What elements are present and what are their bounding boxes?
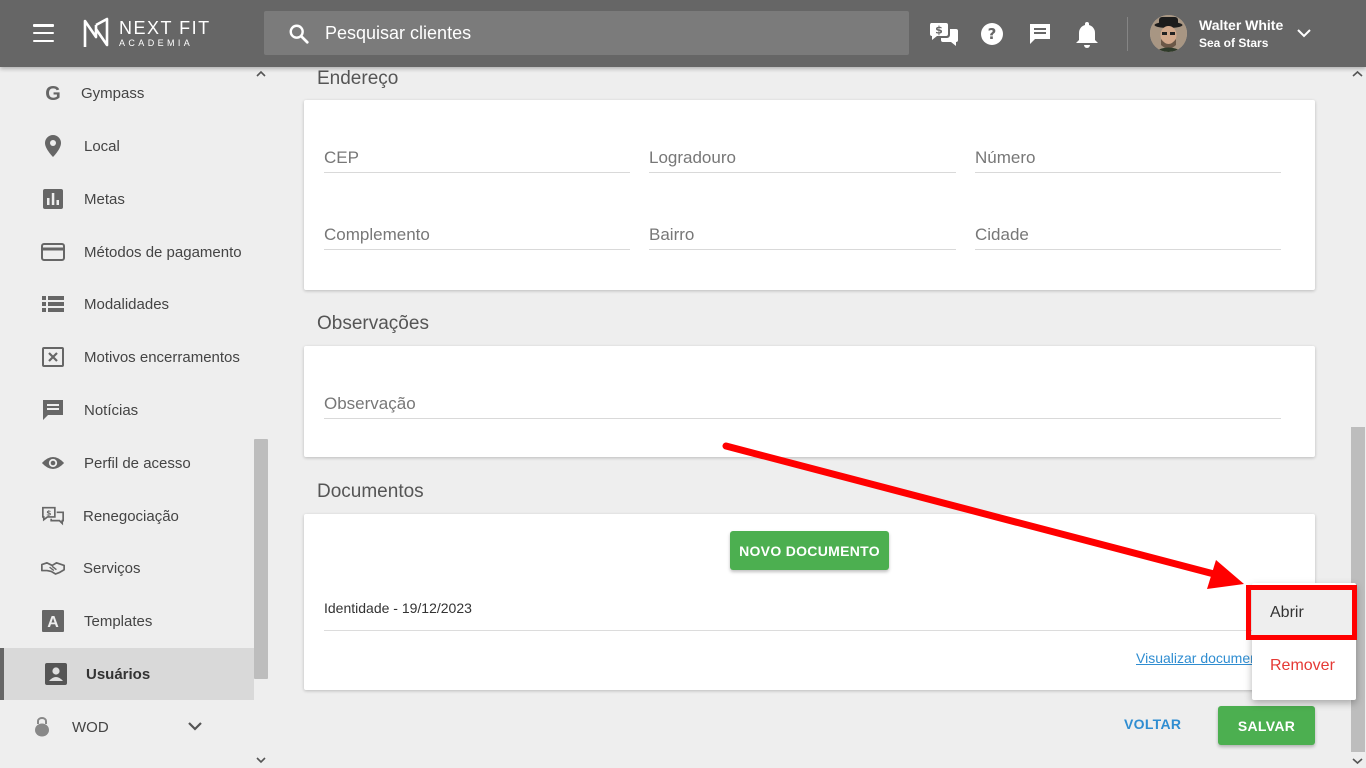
logo-title: NEXT FIT xyxy=(119,17,211,38)
sidebar-item-label: Templates xyxy=(84,612,153,630)
search-input[interactable] xyxy=(325,11,885,55)
sidebar-item-label: Local xyxy=(84,137,120,155)
divider xyxy=(324,630,1280,631)
avatar[interactable] xyxy=(1150,15,1187,52)
header-divider xyxy=(1127,17,1128,51)
notes-section-title: Observações xyxy=(317,313,429,334)
logo[interactable]: NEXT FIT ACADEMIA xyxy=(82,17,211,49)
sidebar-item-modalidades[interactable]: Modalidades xyxy=(0,278,254,330)
address-section-title: Endereço xyxy=(317,68,399,89)
scroll-down-icon[interactable] xyxy=(256,755,266,765)
sidebar-item-metas[interactable]: Metas xyxy=(0,173,254,225)
sidebar-item-label: Gympass xyxy=(81,84,145,102)
cep-field[interactable] xyxy=(324,133,630,173)
numero-input[interactable] xyxy=(975,148,1281,168)
sidebar-item-label: Serviços xyxy=(83,559,141,577)
template-icon: A xyxy=(41,609,65,633)
scroll-up-icon[interactable] xyxy=(256,69,266,79)
complemento-input[interactable] xyxy=(324,225,630,245)
user-subtitle: Sea of Stars xyxy=(1199,36,1269,50)
message-icon xyxy=(41,398,65,422)
open-menu-item[interactable]: Abrir xyxy=(1252,587,1356,639)
sidebar-item-closing-reasons[interactable]: Motivos encerramentos xyxy=(0,331,254,383)
sidebar-item-label: Métodos de pagamento xyxy=(84,243,242,261)
hamburger-menu-icon[interactable] xyxy=(33,24,54,42)
cidade-input[interactable] xyxy=(975,225,1281,245)
sidebar-item-templates[interactable]: A Templates xyxy=(0,595,254,647)
google-icon: G xyxy=(41,81,65,105)
sidebar-item-label: Motivos encerramentos xyxy=(84,348,240,366)
svg-text:?: ? xyxy=(988,25,997,43)
remove-menu-item[interactable]: Remover xyxy=(1252,640,1356,692)
chevron-down-icon[interactable] xyxy=(1296,25,1312,41)
documents-section-title: Documentos xyxy=(317,481,424,502)
logradouro-input[interactable] xyxy=(649,148,956,168)
sidebar-item-label: Metas xyxy=(84,190,125,208)
bar-chart-icon xyxy=(41,187,65,211)
cep-input[interactable] xyxy=(324,148,630,168)
observation-input[interactable] xyxy=(324,394,1281,414)
document-item: Identidade - 19/12/2023 xyxy=(324,600,472,616)
sidebar-item-label: Notícias xyxy=(84,401,139,419)
sidebar-item-label: Modalidades xyxy=(84,295,170,313)
complemento-field[interactable] xyxy=(324,210,630,250)
sidebar: G Gympass Local Metas Métodos de pagamen… xyxy=(0,67,270,768)
sidebar-item-label: Renegociação xyxy=(83,507,179,525)
credit-card-icon xyxy=(41,240,65,264)
next-fit-logo-icon xyxy=(83,17,109,47)
bairro-field[interactable] xyxy=(649,210,956,250)
sidebar-item-noticias[interactable]: Notícias xyxy=(0,384,254,436)
new-document-button[interactable]: NOVO DOCUMENTO xyxy=(730,531,889,570)
eye-icon xyxy=(41,451,65,475)
back-button[interactable]: VOLTAR xyxy=(1124,716,1181,732)
svg-text:$: $ xyxy=(46,509,51,518)
cidade-field[interactable] xyxy=(975,210,1281,250)
address-card xyxy=(304,100,1315,290)
scroll-up-icon[interactable] xyxy=(1352,69,1363,79)
sidebar-scrollbar[interactable] xyxy=(254,439,268,679)
scroll-down-icon[interactable] xyxy=(1352,756,1363,766)
sidebar-item-label: Perfil de acesso xyxy=(84,454,191,472)
user-box-icon xyxy=(44,662,68,686)
svg-text:G: G xyxy=(45,83,61,104)
kettlebell-icon xyxy=(30,715,54,739)
svg-text:A: A xyxy=(47,614,59,631)
save-button[interactable]: SALVAR xyxy=(1218,706,1315,745)
bairro-input[interactable] xyxy=(649,225,956,245)
sidebar-item-payment-methods[interactable]: Métodos de pagamento xyxy=(0,226,254,278)
sidebar-item-label: WOD xyxy=(72,718,109,736)
sidebar-item-access-profile[interactable]: Perfil de acesso xyxy=(0,437,254,489)
sidebar-item-wod[interactable]: WOD xyxy=(0,701,254,753)
sidebar-item-label: Usuários xyxy=(86,665,151,683)
chat-icon[interactable] xyxy=(1025,19,1055,49)
renegotiation-icon: $ xyxy=(41,504,65,528)
top-bar: NEXT FIT ACADEMIA $ ? xyxy=(0,0,1366,67)
svg-text:$: $ xyxy=(935,24,943,37)
logo-subtitle: ACADEMIA xyxy=(119,37,194,48)
search-icon[interactable] xyxy=(288,23,310,45)
help-icon[interactable]: ? xyxy=(977,19,1007,49)
close-box-icon xyxy=(41,345,65,369)
location-pin-icon xyxy=(41,134,65,158)
user-name[interactable]: Walter White xyxy=(1199,17,1283,33)
sidebar-item-gympass[interactable]: G Gympass xyxy=(0,67,254,119)
sidebar-item-local[interactable]: Local xyxy=(0,120,254,172)
sidebar-item-users[interactable]: Usuários xyxy=(0,648,254,700)
logradouro-field[interactable] xyxy=(649,133,956,173)
sidebar-item-renegotiation[interactable]: $ Renegociação xyxy=(0,490,254,542)
handshake-icon xyxy=(41,556,65,580)
observation-field[interactable] xyxy=(324,379,1281,419)
list-icon xyxy=(41,292,65,316)
chevron-down-icon[interactable] xyxy=(187,720,203,732)
financial-chat-icon[interactable]: $ xyxy=(929,19,959,49)
notification-bell-icon[interactable] xyxy=(1072,19,1102,49)
numero-field[interactable] xyxy=(975,133,1281,173)
view-documents-link[interactable]: Visualizar documentos xyxy=(1136,650,1252,666)
search-bar xyxy=(264,11,909,55)
document-context-menu: Abrir Remover xyxy=(1252,583,1356,700)
sidebar-item-services[interactable]: Serviços xyxy=(0,542,254,594)
